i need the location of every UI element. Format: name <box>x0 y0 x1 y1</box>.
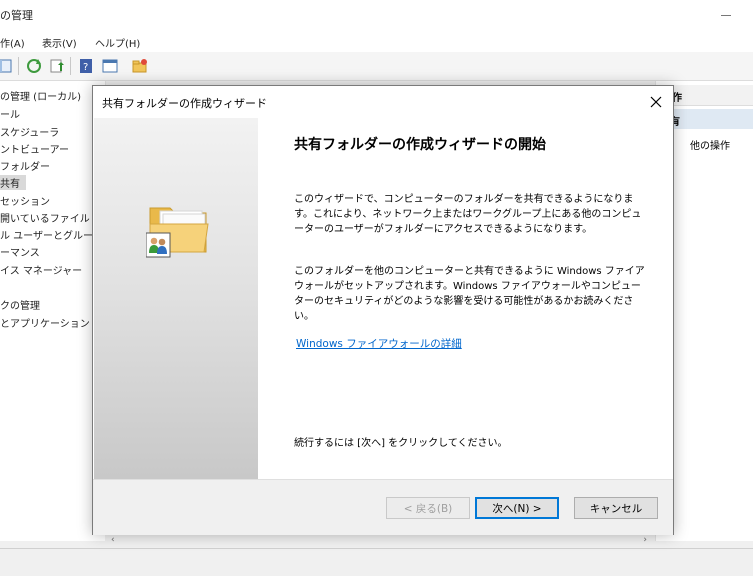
background-titlebar: の管理 <box>0 0 753 30</box>
tree-item-open-files[interactable]: 開いているファイル <box>0 210 90 225</box>
svg-text:?: ? <box>83 62 88 73</box>
wizard-description-1: このウィザードで、コンピューターのフォルダーを共有できるようになります。これによ… <box>294 194 642 235</box>
scroll-left-icon[interactable]: ‹ <box>111 535 115 545</box>
background-window-title: の管理 <box>0 9 33 22</box>
refresh-icon[interactable] <box>26 58 42 74</box>
properties-icon[interactable] <box>102 58 118 74</box>
wizard-side-panel <box>94 118 258 479</box>
scroll-right-icon[interactable]: › <box>643 535 647 545</box>
actions-other-link[interactable]: 他の操作 <box>690 137 730 152</box>
background-toolbar: ? <box>0 52 753 81</box>
help-icon[interactable]: ? <box>78 58 94 74</box>
next-button[interactable]: 次へ(N) > <box>475 497 559 519</box>
minimize-icon[interactable] <box>721 15 731 16</box>
tree-item-performance[interactable]: ーマンス <box>0 244 40 259</box>
tree-item-storage[interactable]: クの管理 <box>0 297 40 312</box>
background-menubar: 作(A) 表示(V) ヘルプ(H) <box>0 30 753 52</box>
wizard-heading: 共有フォルダーの作成ウィザードの開始 <box>294 137 546 153</box>
continue-instruction: 続行するには [次へ] をクリックしてください。 <box>294 438 508 449</box>
tree-item-device-manager[interactable]: イス マネージャー <box>0 262 82 277</box>
tree-item-local-users-groups[interactable]: ル ユーザーとグループ <box>0 227 102 242</box>
firewall-details-link[interactable]: Windows ファイアウォールの詳細 <box>296 336 462 351</box>
tree-item-shared-folders[interactable]: フォルダー <box>0 158 50 173</box>
tree-item-services-applications[interactable]: とアプリケーション <box>0 315 90 330</box>
tree-item-task-scheduler[interactable]: スケジューラ <box>0 124 59 139</box>
export-list-icon[interactable] <box>49 58 65 74</box>
new-share-icon[interactable] <box>132 58 148 74</box>
wizard-description-2: このフォルダーを他のコンピューターと共有できるように Windows ファイアウ… <box>294 266 645 322</box>
dialog-title: 共有フォルダーの作成ウィザード <box>102 97 267 110</box>
back-button[interactable]: < 戻る(B) <box>386 497 470 519</box>
wizard-footer: < 戻る(B) 次へ(N) > キャンセル <box>93 479 673 535</box>
status-bar <box>0 548 753 576</box>
menu-view[interactable]: 表示(V) <box>42 35 77 50</box>
share-wizard-dialog: 共有フォルダーの作成ウィザード 共有フォルダーの作成ウィザードの開始 このウィザ… <box>92 85 674 535</box>
tree-item-event-viewer[interactable]: ントビューアー <box>0 141 69 156</box>
tree-item-system-tools[interactable]: ール <box>0 106 20 121</box>
shared-folder-icon <box>145 202 214 262</box>
show-hide-tree-icon[interactable] <box>0 58 12 74</box>
console-tree: の管理 (ローカル) ール スケジューラ ントビューアー フォルダー 共有 セッ… <box>0 81 106 541</box>
close-icon[interactable] <box>645 91 667 113</box>
tree-item-sessions[interactable]: セッション <box>0 193 50 208</box>
horizontal-scrollbar[interactable]: ‹ › <box>105 533 655 548</box>
menu-help[interactable]: ヘルプ(H) <box>95 35 140 50</box>
tree-item-shares[interactable]: 共有 <box>0 175 26 190</box>
menu-action[interactable]: 作(A) <box>0 35 25 50</box>
tree-item-computer-management[interactable]: の管理 (ローカル) <box>0 88 81 103</box>
cancel-button[interactable]: キャンセル <box>574 497 658 519</box>
